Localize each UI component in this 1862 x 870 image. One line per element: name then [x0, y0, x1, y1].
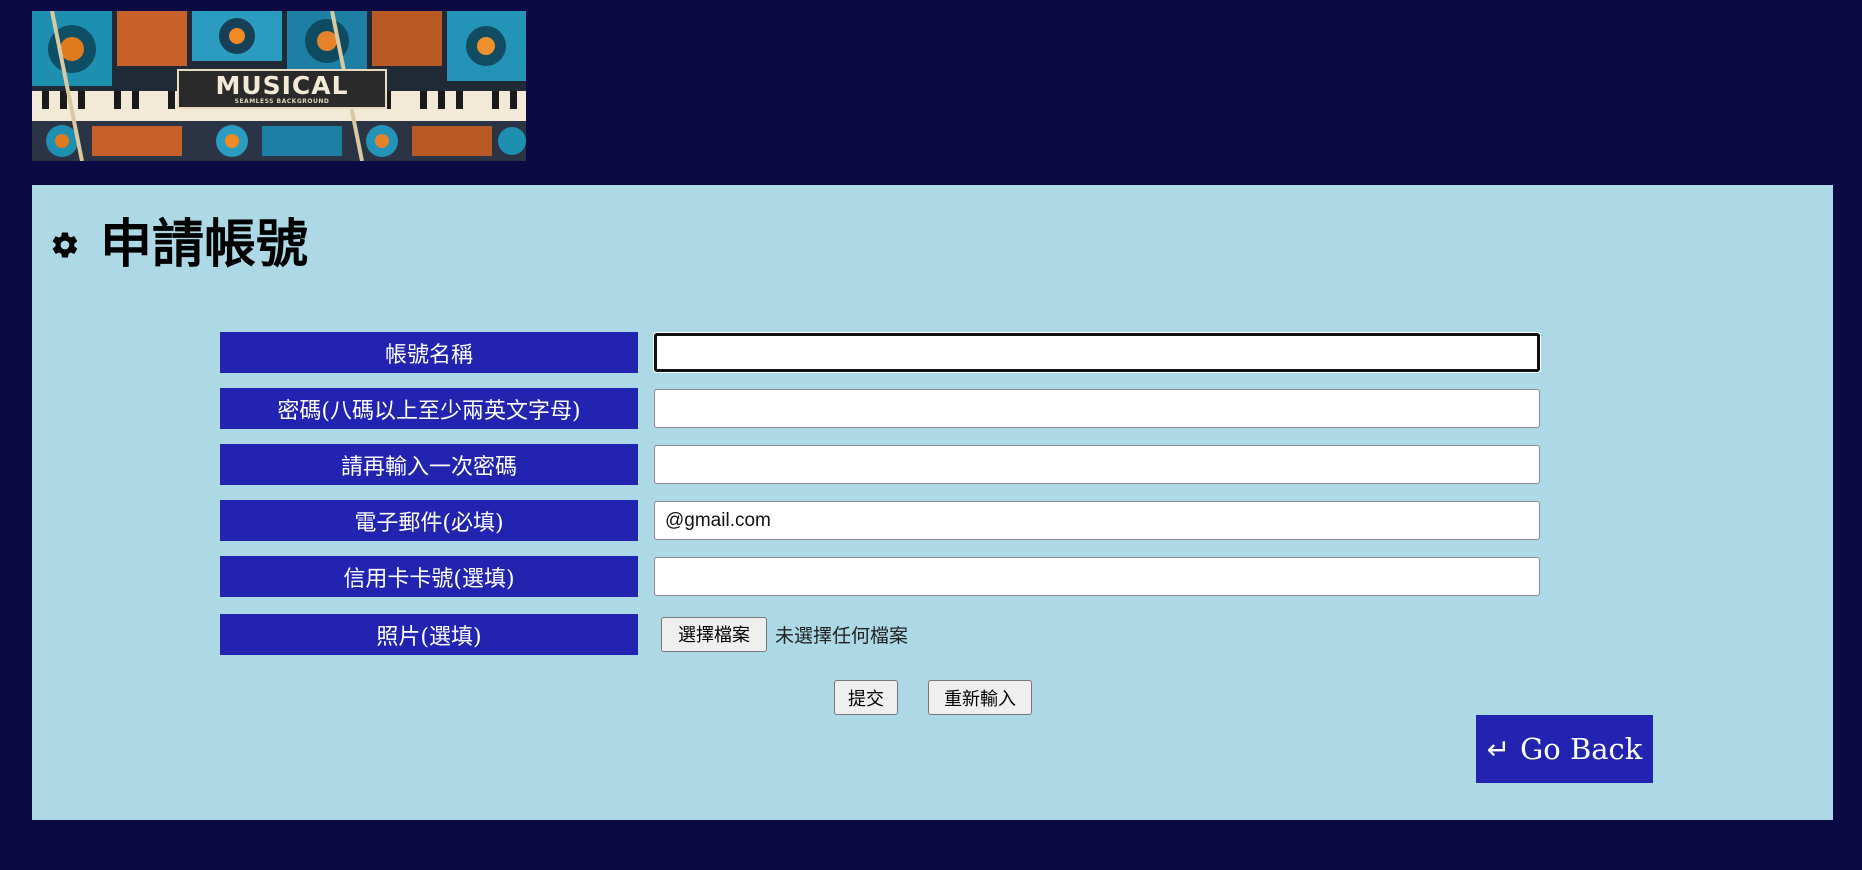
- password-label: 密碼(八碼以上至少兩英文字母): [220, 388, 638, 429]
- form-row-email: 電子郵件(必填): [220, 500, 1576, 541]
- form-row-photo: 照片(選填) 選擇檔案 未選擇任何檔案: [220, 614, 1576, 655]
- return-arrow-icon: ↵: [1486, 732, 1511, 766]
- confirm-password-input[interactable]: [654, 445, 1540, 484]
- page-header: 申請帳號: [50, 215, 308, 275]
- gear-icon: [52, 232, 78, 258]
- email-label: 電子郵件(必填): [220, 500, 638, 541]
- go-back-button[interactable]: ↵ Go Back: [1476, 715, 1653, 783]
- account-name-input[interactable]: [654, 333, 1540, 372]
- form-row-confirm-password: 請再輸入一次密碼: [220, 444, 1576, 485]
- photo-label: 照片(選填): [220, 614, 638, 655]
- musical-banner-image: MUSICAL SEAMLESS BACKGROUND: [32, 11, 526, 161]
- credit-card-label: 信用卡卡號(選填): [220, 556, 638, 597]
- form-row-account-name: 帳號名稱: [220, 332, 1576, 373]
- choose-file-button[interactable]: 選擇檔案: [661, 616, 767, 652]
- page-title: 申請帳號: [100, 215, 309, 275]
- banner-subtitle: SEAMLESS BACKGROUND: [234, 98, 330, 105]
- account-name-label: 帳號名稱: [220, 332, 638, 373]
- banner-logo: MUSICAL SEAMLESS BACKGROUND: [177, 69, 387, 109]
- credit-card-input[interactable]: [654, 557, 1540, 596]
- form-row-password: 密碼(八碼以上至少兩英文字母): [220, 388, 1576, 429]
- confirm-password-label: 請再輸入一次密碼: [220, 444, 638, 485]
- file-status-text: 未選擇任何檔案: [775, 624, 909, 647]
- form-row-credit-card: 信用卡卡號(選填): [220, 556, 1576, 597]
- go-back-label: Go Back: [1520, 732, 1643, 766]
- reset-button[interactable]: 重新輸入: [928, 680, 1032, 715]
- photo-file-picker: 選擇檔案 未選擇任何檔案: [661, 616, 908, 652]
- signup-panel: 申請帳號 帳號名稱 密碼(八碼以上至少兩英文字母) 請再輸入一次密碼 電子郵件(…: [32, 185, 1833, 820]
- password-input[interactable]: [654, 389, 1540, 428]
- banner-title: MUSICAL: [215, 71, 349, 100]
- email-input[interactable]: [654, 501, 1540, 540]
- submit-button[interactable]: 提交: [834, 680, 898, 715]
